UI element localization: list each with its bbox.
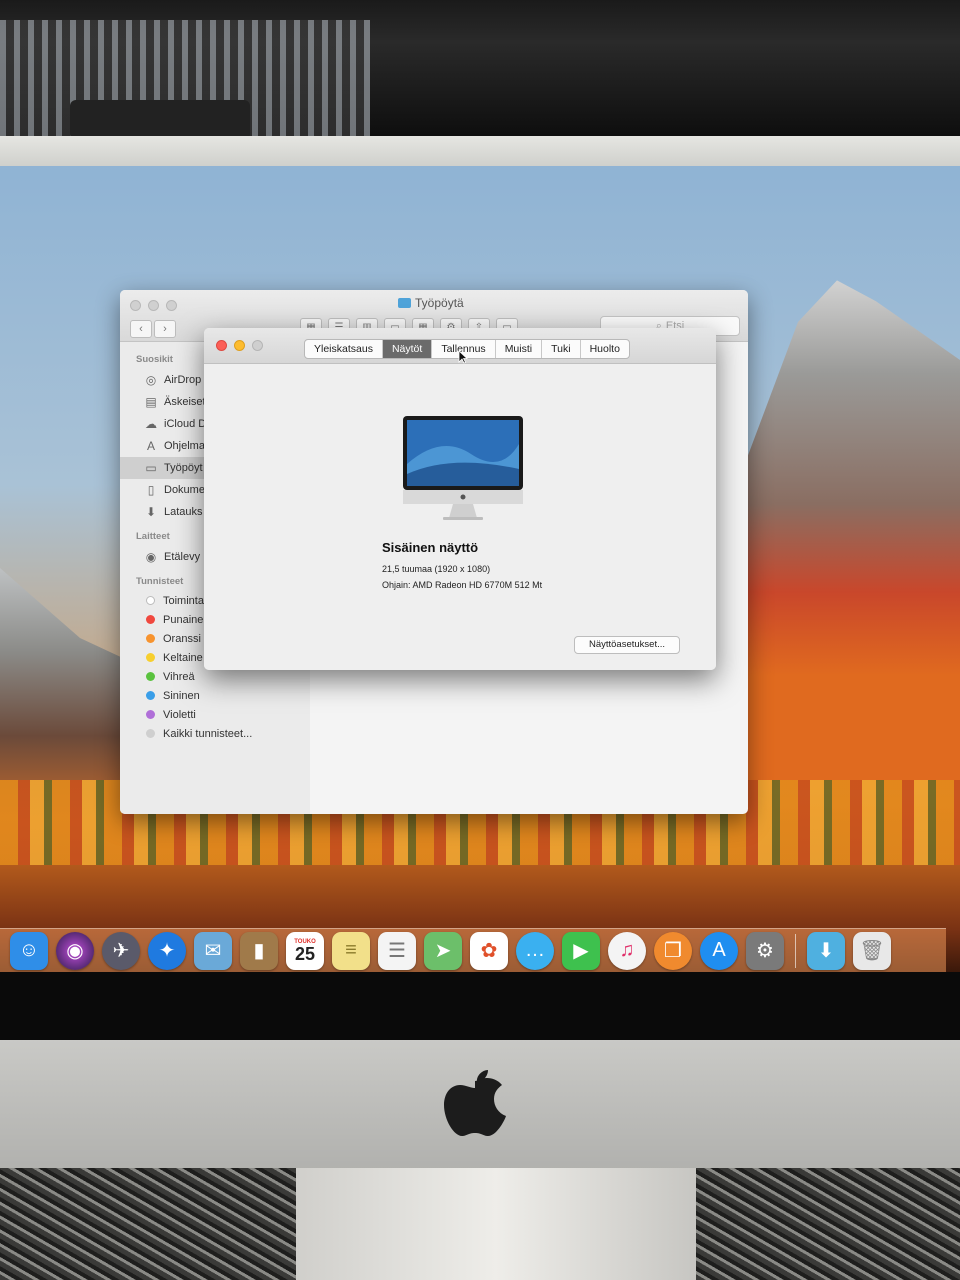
appstore-icon[interactable]: A [700, 931, 738, 970]
sidebar-item-label: Punaine [163, 613, 204, 626]
displays-panel: Sisäinen näyttö 21,5 tuumaa (1920 x 1080… [204, 364, 716, 670]
sidebar-item-label: Kaikki tunnisteet... [163, 727, 253, 740]
messages-icon[interactable]: … [516, 931, 554, 970]
tab-service[interactable]: Huolto [581, 340, 629, 358]
monitor-stand [296, 1168, 696, 1280]
calendar-day: 25 [294, 943, 316, 964]
tag-color-dot [146, 634, 155, 643]
about-window-controls [216, 340, 263, 351]
folder-icon[interactable]: ⬇ [807, 931, 845, 970]
tag-color-dot [146, 691, 155, 700]
sidebar-item-label: Oranssi [163, 632, 201, 645]
tab-memory[interactable]: Muisti [496, 340, 543, 358]
tag-color-dot [146, 596, 155, 605]
close-button[interactable] [216, 340, 227, 351]
recents-icon: ▤ [145, 395, 157, 409]
display-size: 21,5 tuumaa (1920 x 1080) [382, 564, 491, 574]
sidebar-item-label: Vihreä [163, 670, 195, 683]
about-this-mac-window: Yleiskatsaus Näytöt Tallennus Muisti Tuk… [204, 328, 716, 670]
wallpaper-mountain-right [720, 280, 960, 790]
calendar-icon[interactable]: TOUKO 25 [286, 931, 324, 970]
sidebar-tag-all[interactable]: Kaikki tunnisteet... [120, 724, 310, 743]
desktop: Työpöytä ‹ › ▦ ☰ ▥ ▭ ▦ ⚙ ⇧ ▭ ⌕ Etsi Suos… [0, 160, 960, 972]
tab-displays[interactable]: Näytöt [382, 340, 433, 358]
background-object [70, 100, 250, 140]
zoom-button[interactable] [252, 340, 263, 351]
imac-display-icon [403, 416, 523, 520]
nav-buttons: ‹ › [130, 320, 176, 338]
apple-logo-icon [444, 1070, 506, 1136]
photo-stage: Työpöytä ‹ › ▦ ☰ ▥ ▭ ▦ ⚙ ⇧ ▭ ⌕ Etsi Suos… [0, 0, 960, 1280]
sidebar-tag-blue[interactable]: Sininen [120, 686, 310, 705]
sidebar-item-label: iCloud D [164, 418, 207, 430]
sidebar-item-label: Dokume [164, 484, 205, 496]
sidebar-item-label: Äskeiset [164, 396, 206, 408]
disc-icon: ◉ [145, 550, 157, 564]
cloud-icon: ☁ [145, 417, 157, 431]
photos-icon[interactable]: ✿ [470, 931, 508, 970]
sidebar-item-label: Etälevy [164, 551, 201, 563]
sidebar-item-label: Latauks [164, 506, 203, 518]
back-button[interactable]: ‹ [130, 320, 152, 338]
tag-color-dot [146, 729, 155, 738]
tab-overview[interactable]: Yleiskatsaus [305, 340, 383, 358]
sidebar-item-label: Toiminta [163, 594, 204, 607]
tab-support[interactable]: Tuki [542, 340, 581, 358]
sidebar-item-label: Ohjelma [164, 440, 205, 452]
safari-icon[interactable]: ✦ [148, 931, 186, 970]
document-icon: ▯ [147, 483, 155, 497]
about-titlebar[interactable]: Yleiskatsaus Näytöt Tallennus Muisti Tuk… [204, 328, 716, 364]
monitor-bezel-top [0, 136, 960, 166]
sidebar-tag-purple[interactable]: Violetti [120, 705, 310, 724]
graphics-driver: Ohjain: AMD Radeon HD 6770M 512 Mt [382, 580, 543, 590]
monitor-bezel-bottom [0, 972, 960, 1042]
dock-separator [795, 933, 796, 968]
finder-title-text: Työpöytä [415, 296, 464, 310]
close-button[interactable] [130, 300, 141, 311]
apps-icon: A [146, 439, 155, 453]
sidebar-item-label: Sininen [163, 689, 200, 702]
maps-icon[interactable]: ➤ [424, 931, 462, 970]
desktop-icon: ▭ [145, 461, 157, 475]
sidebar-item-label: Keltaine [163, 651, 203, 664]
tag-color-dot [146, 653, 155, 662]
trash-icon[interactable]: 🗑 [853, 931, 891, 970]
display-preferences-button[interactable]: Näyttöasetukset... [574, 636, 680, 654]
forward-button[interactable]: › [154, 320, 176, 338]
mail-icon[interactable]: ✉ [194, 931, 232, 970]
contacts-icon[interactable]: ▮ [240, 931, 278, 970]
finder-title: Työpöytä [398, 296, 464, 310]
finder-window-controls [130, 300, 177, 311]
tag-color-dot [146, 615, 155, 624]
notes-icon[interactable]: ≡ [332, 931, 370, 970]
launchpad-icon[interactable]: ✈ [102, 931, 140, 970]
download-icon: ⬇ [145, 505, 157, 519]
sidebar-item-label: AirDrop [164, 374, 202, 386]
sidebar-item-label: Violetti [163, 708, 196, 721]
zoom-button[interactable] [166, 300, 177, 311]
books-icon[interactable]: ❐ [654, 931, 692, 970]
sidebar-item-label: Työpöyt [164, 462, 203, 474]
reminders-icon[interactable]: ☰ [378, 931, 416, 970]
facetime-icon[interactable]: ▶ [562, 931, 600, 970]
minimize-button[interactable] [234, 340, 245, 351]
gear-icon[interactable]: ⚙ [746, 931, 784, 970]
dock: ☺ ◉ ✈ ✦ ✉ ▮ TOUKO 25 ≡ ☰ ➤ ✿ … ▶ ♫ ❐ A ⚙… [0, 928, 946, 972]
siri-icon[interactable]: ◉ [56, 931, 94, 970]
airdrop-icon: ◎ [145, 373, 157, 387]
minimize-button[interactable] [148, 300, 159, 311]
tag-color-dot [146, 710, 155, 719]
itunes-icon[interactable]: ♫ [608, 931, 646, 970]
mouse-cursor-icon [458, 350, 468, 364]
tag-color-dot [146, 672, 155, 681]
room-background [0, 0, 960, 140]
display-name: Sisäinen näyttö [382, 540, 479, 555]
finder-icon[interactable]: ☺ [10, 931, 48, 970]
folder-icon [398, 298, 411, 308]
